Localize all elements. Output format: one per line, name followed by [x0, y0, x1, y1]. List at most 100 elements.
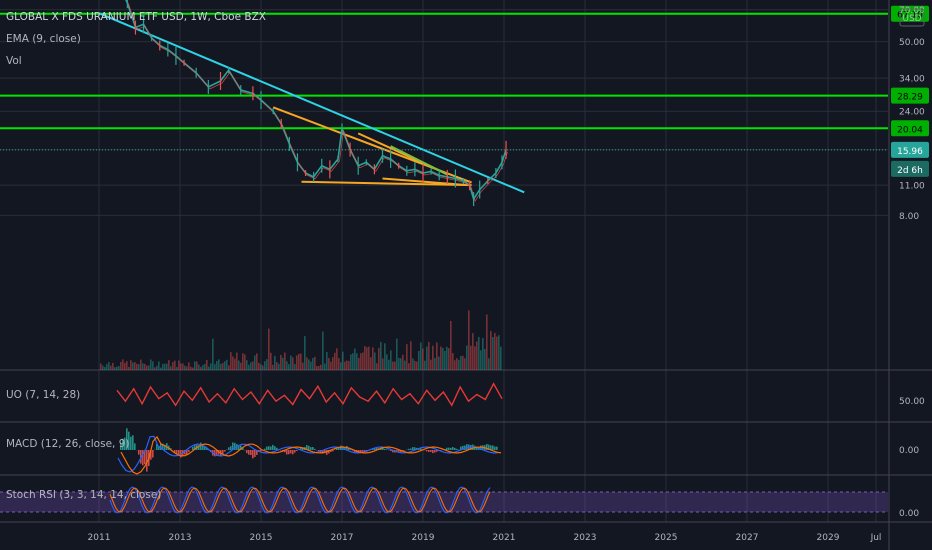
- macd-histogram-bar: [410, 448, 412, 450]
- volume-bar: [400, 358, 402, 370]
- uo-axis-label: 50.00: [899, 397, 925, 407]
- chart-canvas[interactable]: 130.1167.1028.2920.04 50.000.000.00 8.00…: [0, 0, 932, 550]
- volume-bar: [122, 359, 124, 370]
- volume-bar: [432, 345, 434, 370]
- volume-bar: [420, 342, 422, 370]
- volume-bar: [228, 365, 230, 370]
- volume-bar: [226, 359, 228, 370]
- ema-legend[interactable]: EMA (9, close): [6, 33, 81, 45]
- macd-histogram-bar: [326, 450, 328, 455]
- time-tick-2011: 2011: [88, 533, 111, 543]
- volume-bar: [422, 348, 424, 370]
- volume-bar: [458, 359, 460, 370]
- volume-bar: [500, 346, 502, 370]
- volume-bar: [412, 358, 414, 370]
- volume-bar: [370, 357, 372, 370]
- volume-bar: [446, 346, 448, 370]
- volume-bar: [262, 365, 264, 370]
- vol-legend[interactable]: Vol: [6, 55, 22, 67]
- volume-bar: [318, 365, 320, 370]
- volume-bar: [172, 362, 174, 370]
- macd-legend[interactable]: MACD (12, 26, close, 9): [6, 438, 129, 450]
- last-price-label: 15.96: [897, 147, 923, 157]
- volume-bar: [394, 361, 396, 370]
- volume-bar: [182, 363, 184, 370]
- volume-bar: [468, 310, 470, 370]
- macd-histogram-bar: [430, 450, 432, 452]
- volume-bar: [192, 367, 194, 370]
- volume-bar: [322, 331, 324, 370]
- volume-bar: [118, 366, 120, 370]
- macd-histogram-bar: [270, 446, 272, 450]
- volume-bar: [294, 364, 296, 370]
- volume-bar: [230, 352, 232, 370]
- volume-bar: [324, 363, 326, 370]
- price-tick: 34.00: [899, 75, 925, 85]
- macd-histogram-bar: [192, 446, 194, 450]
- volume-bar: [102, 365, 104, 370]
- volume-bar: [258, 362, 260, 370]
- time-tick-Jul: Jul: [870, 533, 882, 543]
- macd-histogram-bar: [230, 446, 232, 450]
- time-tick-2023: 2023: [574, 533, 597, 543]
- time-tick-2017: 2017: [331, 533, 354, 543]
- uo-legend[interactable]: UO (7, 14, 28): [6, 389, 80, 401]
- macd-histogram-bar: [264, 448, 266, 450]
- macd-histogram-bar: [294, 450, 296, 453]
- macd-histogram-bar: [254, 450, 256, 457]
- macd-histogram-bar: [268, 446, 270, 450]
- volume-bar: [218, 359, 220, 370]
- macd-histogram-bar: [132, 435, 134, 450]
- volume-bar: [264, 361, 266, 370]
- volume-bar: [330, 361, 332, 370]
- volume-bar: [384, 343, 386, 370]
- macd-histogram-bar: [446, 447, 448, 450]
- volume-bar: [290, 355, 292, 370]
- volume-bar: [200, 366, 202, 370]
- volume-bar: [176, 366, 178, 370]
- macd-histogram-bar: [250, 450, 252, 456]
- volume-bar: [134, 362, 136, 370]
- volume-bar: [270, 352, 272, 370]
- volume-bar: [148, 365, 150, 370]
- macd-histogram-bar: [420, 448, 422, 450]
- volume-bar: [314, 356, 316, 370]
- volume-bar: [124, 363, 126, 370]
- volume-bar: [210, 363, 212, 370]
- volume-bar: [356, 353, 358, 370]
- volume-bar: [352, 353, 354, 370]
- volume-bar: [312, 358, 314, 370]
- volume-bar: [188, 362, 190, 370]
- volume-bar: [146, 365, 148, 370]
- volume-bar: [346, 360, 348, 370]
- volume-bar: [484, 348, 486, 370]
- stoch-legend[interactable]: Stoch RSI (3, 3, 14, 14, close): [6, 489, 161, 501]
- volume-bar: [242, 353, 244, 370]
- volume-bar: [164, 363, 166, 370]
- volume-bar: [202, 365, 204, 370]
- volume-bar: [396, 338, 398, 370]
- volume-bar: [212, 338, 214, 370]
- macd-histogram-bar: [314, 448, 316, 450]
- volume-bar: [184, 365, 186, 370]
- volume-bar: [452, 353, 454, 370]
- macd-histogram-bar: [252, 450, 254, 459]
- volume-bar: [236, 352, 238, 370]
- volume-bar: [152, 361, 154, 370]
- volume-bar: [390, 350, 392, 370]
- volume-bar: [402, 354, 404, 370]
- currency-label: USD: [902, 14, 921, 24]
- stoch-axis-label: 0.00: [899, 509, 919, 519]
- macd-histogram-bar: [426, 450, 428, 452]
- volume-bar: [206, 359, 208, 370]
- volume-bar: [204, 363, 206, 370]
- volume-bar: [450, 320, 452, 370]
- volume-bar: [156, 365, 158, 370]
- macd-histogram-bar: [312, 447, 314, 450]
- volume-bar: [426, 346, 428, 370]
- volume-bar: [414, 360, 416, 370]
- volume-bar: [360, 353, 362, 370]
- volume-bar: [404, 360, 406, 370]
- volume-bar: [130, 360, 132, 370]
- chart-root: 130.1167.1028.2920.04 50.000.000.00 8.00…: [0, 0, 932, 550]
